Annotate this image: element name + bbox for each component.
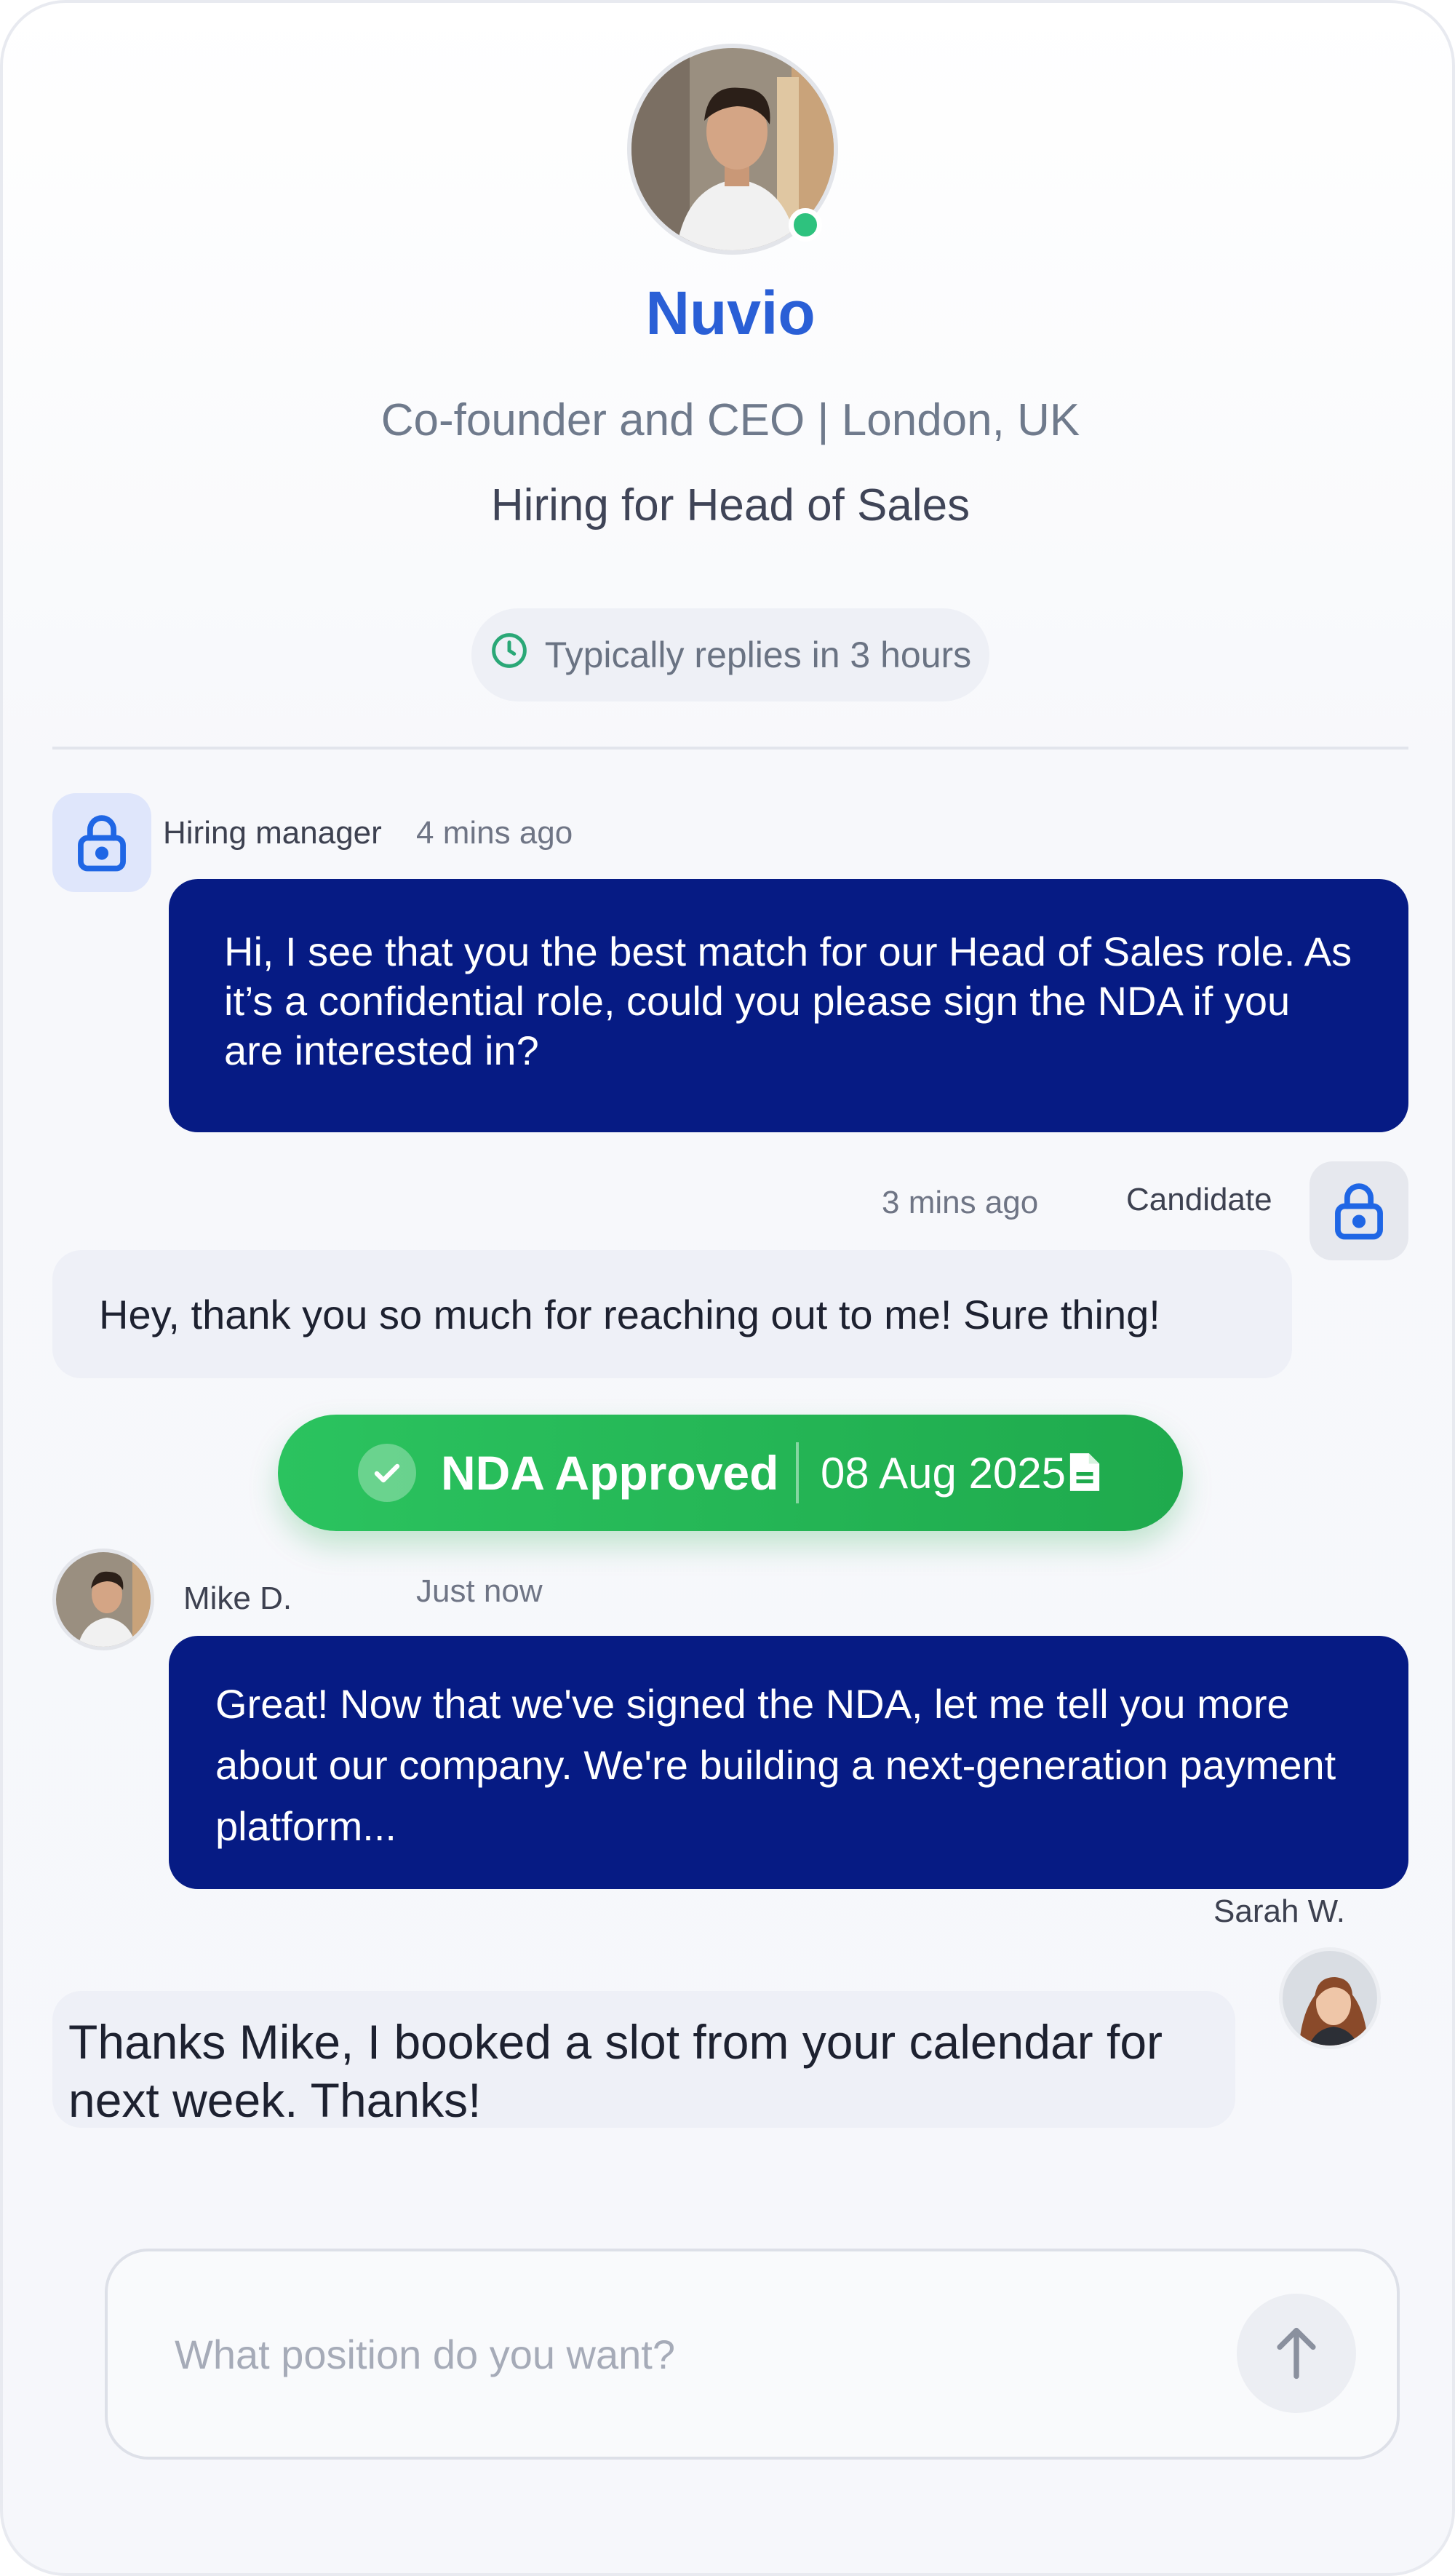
nda-separator bbox=[796, 1442, 799, 1503]
profile-subtitle: Co-founder and CEO | London, UK bbox=[380, 395, 1080, 445]
message-bubble: Hey, thank you so much for reaching out … bbox=[52, 1250, 1292, 1378]
send-button[interactable] bbox=[1237, 2294, 1356, 2413]
hiring-role: Hiring for Head of Sales bbox=[490, 480, 970, 530]
message-bubble: Great! Now that we've signed the NDA, le… bbox=[169, 1636, 1408, 1889]
avatar-sarah[interactable] bbox=[1279, 1947, 1381, 2049]
header-divider bbox=[52, 747, 1408, 750]
lock-avatar-candidate bbox=[1310, 1161, 1408, 1260]
nda-status-label: NDA Approved bbox=[441, 1446, 779, 1500]
message-time: 3 mins ago bbox=[882, 1185, 1039, 1220]
lock-icon bbox=[78, 815, 126, 872]
sender-name: Sarah W. bbox=[1213, 1893, 1345, 1929]
message-time: 4 mins ago bbox=[416, 815, 573, 851]
lock-avatar-hiring-manager bbox=[52, 793, 151, 892]
message-input[interactable] bbox=[175, 2321, 1193, 2387]
message-composer bbox=[105, 2249, 1400, 2460]
message-time: Just now bbox=[416, 1573, 543, 1609]
company-name[interactable]: Nuvio bbox=[3, 278, 1452, 349]
lock-icon bbox=[1335, 1183, 1383, 1240]
clock-icon bbox=[490, 631, 529, 679]
message-bubble: Thanks Mike, I booked a slot from your c… bbox=[52, 1991, 1235, 2128]
sender-name: Mike D. bbox=[183, 1581, 292, 1616]
arrow-up-icon bbox=[1277, 2327, 1316, 2380]
reply-time-badge: Typically replies in 3 hours bbox=[471, 608, 989, 701]
check-icon bbox=[358, 1444, 416, 1502]
sender-name: Candidate bbox=[1126, 1182, 1272, 1217]
avatar-mike[interactable] bbox=[52, 1549, 154, 1650]
nda-date: 08 Aug 2025 bbox=[821, 1449, 1067, 1498]
online-status-indicator bbox=[789, 208, 822, 242]
reply-time-text: Typically replies in 3 hours bbox=[544, 635, 972, 675]
message-bubble: Hi, I see that you the best match for ou… bbox=[169, 879, 1408, 1132]
person-photo-icon bbox=[1283, 1951, 1377, 2046]
message-text: Hey, thank you so much for reaching out … bbox=[99, 1291, 1160, 1337]
nda-approved-badge[interactable]: NDA Approved 08 Aug 2025 bbox=[278, 1415, 1183, 1531]
person-photo-icon bbox=[56, 1552, 151, 1647]
document-icon[interactable] bbox=[1068, 1451, 1101, 1493]
sender-name: Hiring manager bbox=[163, 815, 382, 851]
chat-card: Nuvio Co-founder and CEO | London, UK Hi… bbox=[0, 0, 1455, 2576]
